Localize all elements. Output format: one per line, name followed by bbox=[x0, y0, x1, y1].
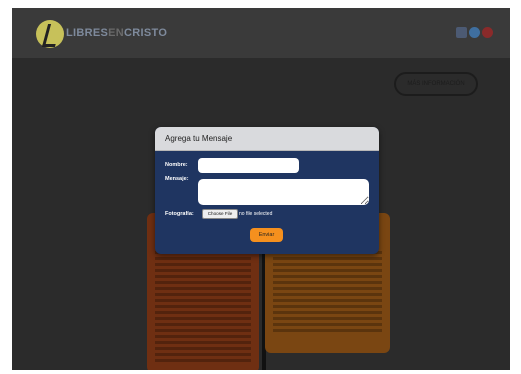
message-modal: Agrega tu Mensaje Nombre: Mensaje: Fotog… bbox=[155, 127, 379, 254]
logo-main: LIBRES bbox=[66, 27, 109, 39]
twitter-icon[interactable] bbox=[469, 27, 480, 38]
enviar-button[interactable]: Enviar bbox=[250, 228, 283, 242]
mensaje-label: Mensaje: bbox=[165, 176, 189, 182]
site-logo-text[interactable]: LIBRESENCRISTO bbox=[66, 27, 167, 39]
card-text-block bbox=[273, 251, 382, 335]
facebook-icon[interactable] bbox=[456, 27, 467, 38]
choose-file-button[interactable]: Choose File bbox=[202, 209, 238, 219]
site-header: LIBRESENCRISTO bbox=[12, 8, 510, 58]
card-text-block bbox=[155, 251, 251, 365]
more-info-button[interactable]: MÁS INFORMACIÓN bbox=[394, 72, 478, 96]
nombre-input[interactable] bbox=[198, 158, 299, 173]
fotografia-label: Fotografía: bbox=[165, 211, 194, 217]
logo-mid: EN bbox=[108, 27, 125, 39]
file-status-text: no file selected bbox=[239, 211, 273, 217]
modal-title: Agrega tu Mensaje bbox=[165, 134, 233, 143]
logo-tail: CRISTO bbox=[124, 27, 168, 39]
pinterest-icon[interactable] bbox=[482, 27, 493, 38]
mensaje-textarea[interactable] bbox=[198, 179, 369, 205]
nombre-label: Nombre: bbox=[165, 162, 188, 168]
